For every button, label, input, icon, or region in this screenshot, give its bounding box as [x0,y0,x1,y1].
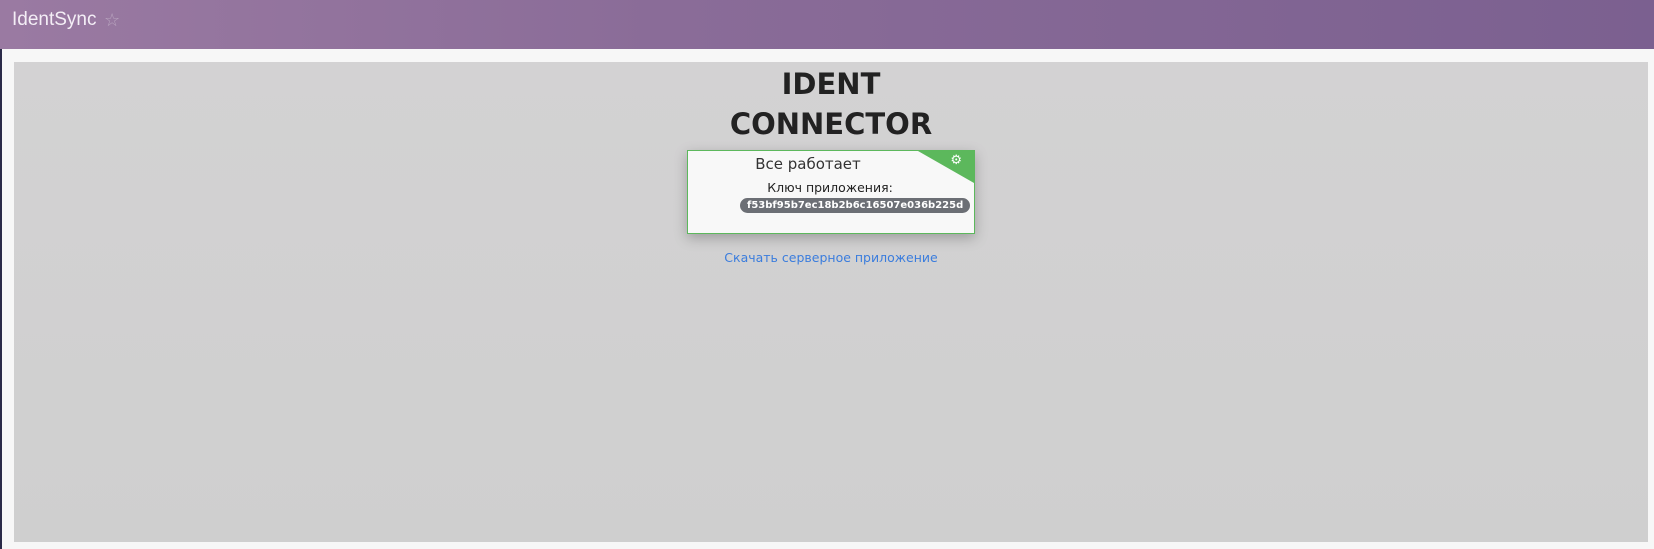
app-header: IdentSync ☆ [0,0,1654,49]
app-key-badge: f53bf95b7ec18b2b6c16507e036b225d [740,198,971,213]
title-line-1: IDENT [781,67,881,101]
star-icon[interactable]: ☆ [104,10,120,31]
app-title: IdentSync [12,9,97,30]
title-line-2: CONNECTOR [729,107,933,141]
content-panel: IDENT CONNECTOR ⚙ Все работает Ключ прил… [14,62,1648,542]
gear-icon[interactable]: ⚙ [950,153,962,168]
page-title: IDENT CONNECTOR [14,64,1648,144]
download-server-app-link[interactable]: Скачать серверное приложение [14,250,1648,265]
status-text: Все работает [755,155,861,173]
key-label: Ключ приложения: [767,180,893,195]
status-card: ⚙ Все работает Ключ приложения: f53bf95b… [687,150,975,234]
